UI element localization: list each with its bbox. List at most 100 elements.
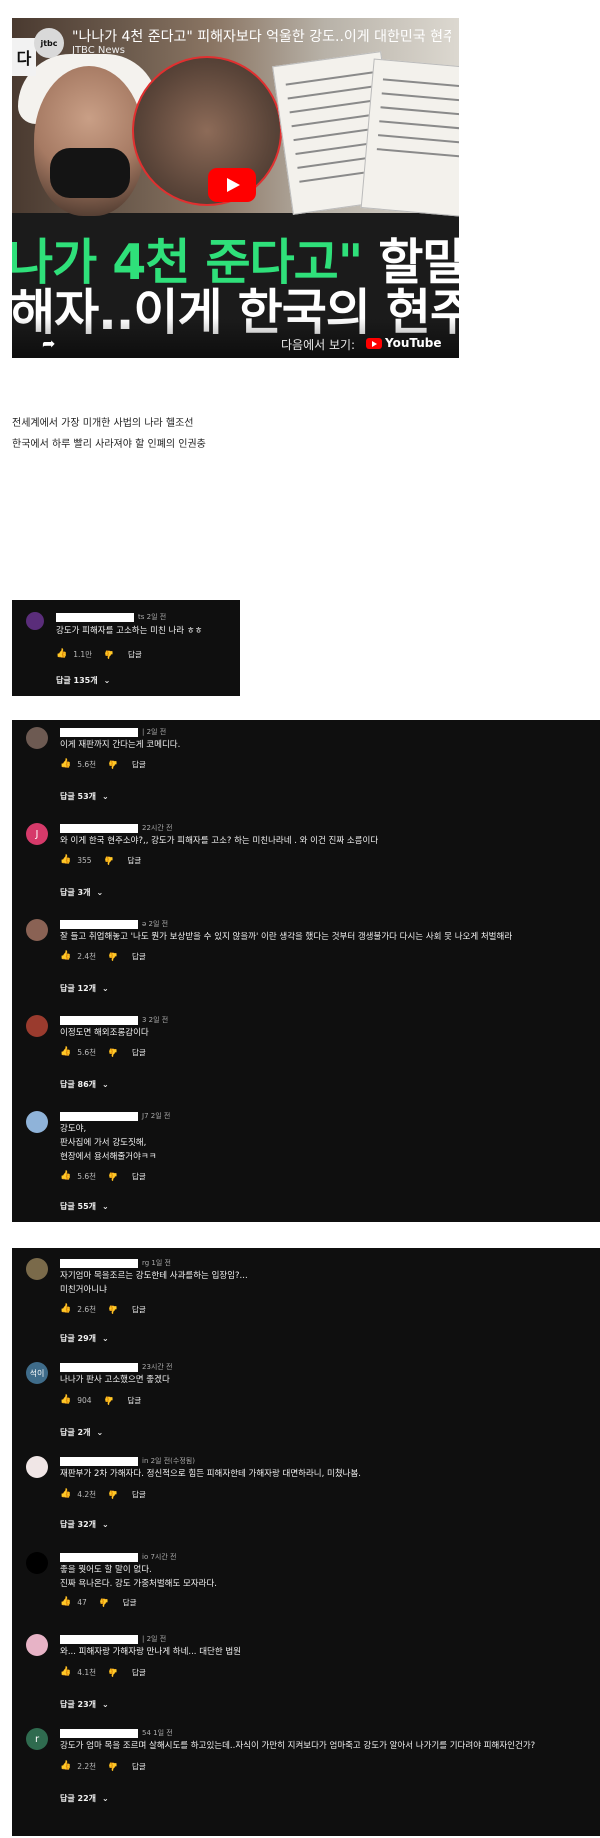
thumbs-up-icon[interactable]: 👍: [60, 855, 71, 865]
replies-toggle[interactable]: 답글 135개 ⌄: [56, 674, 110, 686]
comment-text: 재판부가 2차 가해자다. 정신적으로 힘든 피해자한테 가해자랑 대면하라니,…: [60, 1469, 362, 1479]
comment-actions: 👍 355 👍 답글: [60, 854, 141, 866]
avatar[interactable]: [26, 1634, 48, 1656]
thumbs-down-icon[interactable]: 👍: [108, 1305, 118, 1314]
thumbs-up-icon[interactable]: 👍: [60, 1489, 71, 1499]
replies-toggle[interactable]: 답글 86개 ⌄: [60, 1078, 109, 1090]
avatar[interactable]: [26, 612, 44, 630]
comment-actions: 👍 5.6천 👍 답글: [60, 758, 146, 770]
avatar[interactable]: [26, 919, 48, 941]
redacted-username: [60, 823, 138, 833]
chevron-down-icon: ⌄: [102, 791, 109, 801]
video-embed[interactable]: 다 jtbc "나나가 4천 준다고" 피해자보다 억울한 강도..이게 대한민…: [12, 18, 459, 358]
thumbs-up-icon[interactable]: 👍: [60, 1304, 71, 1314]
replies-toggle[interactable]: 답글 32개 ⌄: [60, 1518, 109, 1530]
redacted-username: [60, 1362, 138, 1372]
avatar[interactable]: 석이: [26, 1362, 48, 1384]
comment-actions: 👍 4.1천 👍 답글: [60, 1666, 146, 1678]
thumbs-down-icon[interactable]: 👍: [99, 1598, 109, 1607]
redacted-username: [60, 1728, 138, 1738]
redacted-username: [60, 1258, 138, 1268]
thumbs-up-icon[interactable]: 👍: [60, 1667, 71, 1677]
thumbs-down-icon[interactable]: 👍: [108, 1668, 118, 1677]
reply-button[interactable]: 답글: [132, 1761, 146, 1772]
reply-button[interactable]: 답글: [132, 1304, 146, 1315]
thumbs-down-icon[interactable]: 👍: [104, 856, 114, 865]
comment-actions: 👍 1.1만 👍 답글: [56, 648, 142, 660]
reply-button[interactable]: 답글: [128, 855, 142, 866]
replies-toggle[interactable]: 답글 29개 ⌄: [60, 1332, 109, 1344]
watch-on-label[interactable]: 다음에서 보기:: [281, 336, 355, 353]
comment-text: 이게 재판까지 간다는게 코메디다.: [60, 740, 181, 750]
thumbs-up-icon[interactable]: 👍: [60, 951, 71, 961]
reply-button[interactable]: 답글: [132, 759, 146, 770]
share-icon[interactable]: ➦: [42, 334, 55, 353]
like-count: 4.1천: [77, 1667, 97, 1677]
reply-button[interactable]: 답글: [132, 951, 146, 962]
channel-logo[interactable]: jtbc: [34, 28, 64, 58]
replies-toggle[interactable]: 답글 12개 ⌄: [60, 982, 109, 994]
avatar[interactable]: [26, 1111, 48, 1133]
comment-meta: 23시간 전: [60, 1362, 172, 1372]
play-icon[interactable]: [208, 168, 256, 202]
avatar[interactable]: [26, 727, 48, 749]
thumbs-down-icon[interactable]: 👍: [104, 650, 114, 659]
comment-text: 강도가 엄마 목을 조르며 살해시도를 하고있는데..자식이 가만히 지켜보다가…: [60, 1741, 536, 1751]
face-mask: [50, 148, 130, 198]
reply-button[interactable]: 답글: [128, 1395, 142, 1406]
chevron-down-icon: ⌄: [102, 1333, 109, 1343]
reply-button[interactable]: 답글: [132, 1489, 146, 1500]
redacted-username: [60, 1634, 138, 1644]
replies-toggle[interactable]: 답글 3개 ⌄: [60, 886, 103, 898]
comment-text: 강도가 피해자를 고소하는 미친 나라 ㅎㅎ: [56, 626, 203, 636]
replies-toggle[interactable]: 답글 23개 ⌄: [60, 1698, 109, 1710]
thumbs-down-icon[interactable]: 👍: [108, 1048, 118, 1057]
comment-actions: 👍 2.6천 👍 답글: [60, 1303, 146, 1315]
youtube-logo[interactable]: YouTube: [366, 336, 442, 350]
comment-meta: ə 2일 전: [60, 919, 168, 929]
youtube-play-icon: [366, 337, 382, 349]
reply-button[interactable]: 답글: [128, 649, 142, 660]
video-channel[interactable]: JTBC News: [72, 45, 125, 56]
comment-meta: 54 1일 전: [60, 1728, 173, 1738]
like-count: 2.2천: [77, 1761, 97, 1771]
avatar[interactable]: [26, 1552, 48, 1574]
reply-button[interactable]: 답글: [132, 1171, 146, 1182]
comment-panel-2: | 2일 전 이게 재판까지 간다는게 코메디다. 👍 5.6천 👍 답글 답글 53…: [12, 720, 600, 1222]
thumbs-up-icon[interactable]: 👍: [60, 1171, 71, 1181]
avatar[interactable]: [26, 1456, 48, 1478]
reply-button[interactable]: 답글: [132, 1667, 146, 1678]
thumbs-up-icon[interactable]: 👍: [60, 1761, 71, 1771]
avatar[interactable]: J: [26, 823, 48, 845]
thumbs-down-icon[interactable]: 👍: [108, 1490, 118, 1499]
thumbs-down-icon[interactable]: 👍: [108, 952, 118, 961]
thumbs-up-icon[interactable]: 👍: [60, 1395, 71, 1405]
thumbs-down-icon[interactable]: 👍: [108, 1762, 118, 1771]
comment-actions: 👍 5.6천 👍 답글: [60, 1170, 146, 1182]
avatar[interactable]: [26, 1258, 48, 1280]
thumbs-up-icon[interactable]: 👍: [56, 649, 67, 659]
avatar[interactable]: r: [26, 1728, 48, 1750]
thumbs-up-icon[interactable]: 👍: [60, 1597, 71, 1607]
replies-toggle[interactable]: 답글 55개 ⌄: [60, 1200, 109, 1212]
replies-toggle[interactable]: 답글 22개 ⌄: [60, 1792, 109, 1804]
reply-button[interactable]: 답글: [132, 1047, 146, 1058]
comment-panel-3: rg 1일 전 자기엄마 목을조르는 강도한테 사과를하는 입장임?... 미친…: [12, 1248, 600, 1836]
redacted-username: [60, 1111, 138, 1121]
comment-panel-1: ts 2일 전 강도가 피해자를 고소하는 미친 나라 ㅎㅎ 👍 1.1만 👍 …: [12, 600, 240, 696]
thumbs-down-icon[interactable]: 👍: [108, 760, 118, 769]
video-title[interactable]: "나나가 4천 준다고" 피해자보다 억울한 강도..이게 대한민국 현주: [72, 26, 451, 46]
replies-toggle[interactable]: 답글 53개 ⌄: [60, 790, 109, 802]
thumbs-up-icon[interactable]: 👍: [60, 759, 71, 769]
redacted-username: [60, 1015, 138, 1025]
thumbs-down-icon[interactable]: 👍: [108, 1172, 118, 1181]
thumbs-down-icon[interactable]: 👍: [104, 1396, 114, 1405]
avatar[interactable]: [26, 1015, 48, 1037]
like-count: 4.2천: [77, 1489, 97, 1499]
comment-actions: 👍 904 👍 답글: [60, 1394, 141, 1406]
replies-toggle[interactable]: 답글 2개 ⌄: [60, 1426, 103, 1438]
thumbs-up-icon[interactable]: 👍: [60, 1047, 71, 1057]
body-line-2: 한국에서 하루 빨리 사라져야 할 인폐의 인권충: [12, 439, 206, 450]
comment-meta: io 7시간 전: [60, 1552, 176, 1562]
reply-button[interactable]: 답글: [123, 1597, 137, 1608]
